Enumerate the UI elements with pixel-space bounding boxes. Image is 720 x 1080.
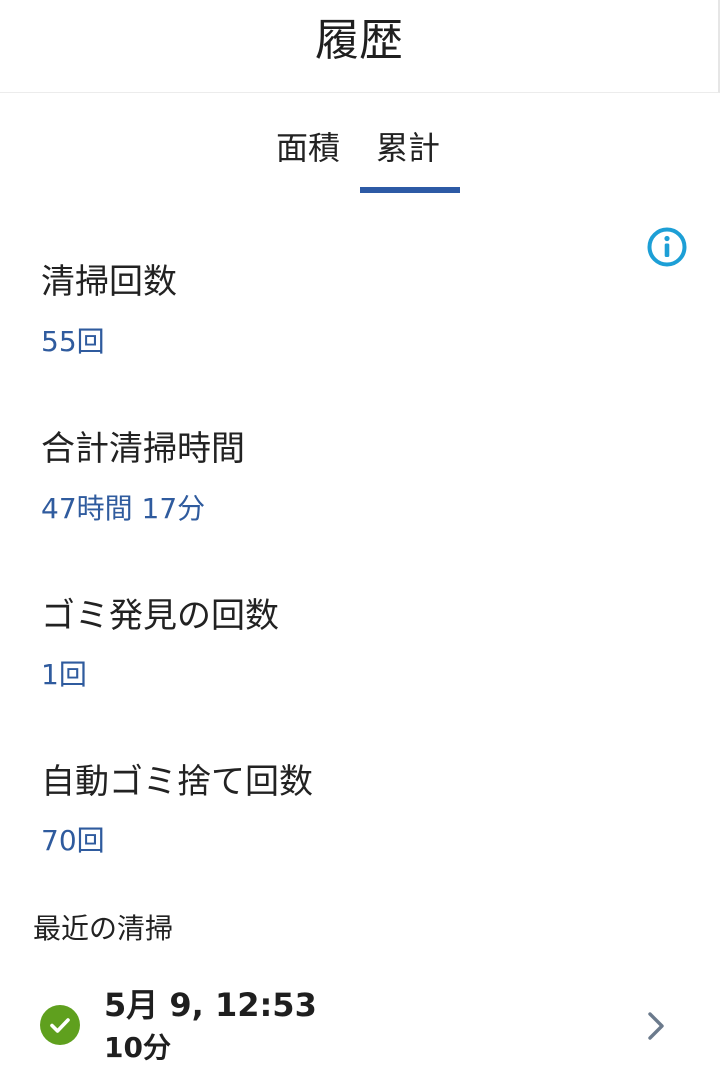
check-circle-icon: [40, 1005, 80, 1045]
recent-cleaning-duration: 10分: [104, 1031, 171, 1064]
tab-bar: 面積 累計: [0, 93, 720, 203]
dirt-detected-count-value: 1回: [41, 658, 87, 691]
dirt-detected-count-label: ゴミ発見の回数: [41, 596, 279, 636]
tab-selected-indicator: [360, 187, 460, 193]
cleaning-count-value: 55回: [41, 325, 105, 358]
info-icon[interactable]: [646, 226, 688, 268]
recent-cleaning-heading: 最近の清掃: [33, 912, 174, 945]
tab-area[interactable]: 面積: [276, 128, 340, 168]
total-cleaning-time-label: 合計清掃時間: [41, 429, 245, 469]
history-screen: 履歴 面積 累計 清掃回数 55回 合計清掃時間 47時間 17分 ゴミ発見の回…: [0, 0, 720, 1080]
auto-empty-count-label: 自動ゴミ捨て回数: [41, 762, 313, 802]
app-header: 履歴: [0, 0, 720, 93]
total-cleaning-time-value: 47時間 17分: [41, 492, 206, 525]
auto-empty-count-value: 70回: [41, 824, 105, 857]
page-title: 履歴: [315, 15, 403, 66]
recent-cleaning-datetime: 5月 9, 12:53: [104, 986, 317, 1024]
tab-total[interactable]: 累計: [376, 128, 440, 168]
chevron-right-icon: [644, 1009, 668, 1043]
cleaning-count-label: 清掃回数: [41, 262, 177, 302]
recent-cleaning-item[interactable]: 5月 9, 12:53 10分: [0, 975, 720, 1080]
